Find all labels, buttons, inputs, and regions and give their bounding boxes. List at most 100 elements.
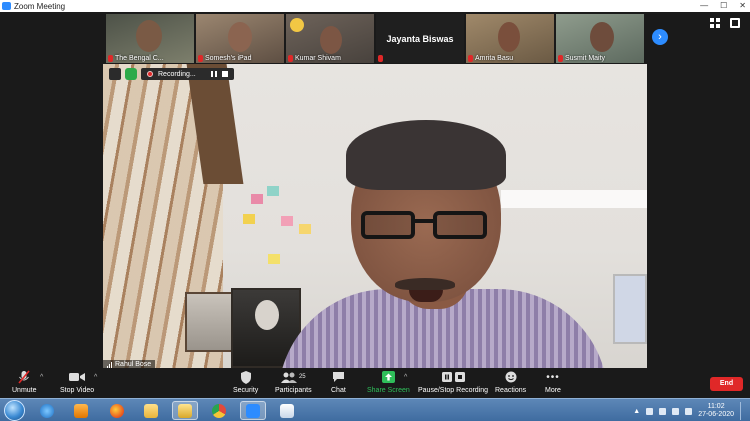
thumbnail-strip: The Bengal C... Somesh's iPad Kumar Shiv… (106, 14, 644, 63)
participant-face (320, 26, 342, 54)
security-button[interactable]: Security (233, 370, 258, 394)
info-icon[interactable] (109, 68, 121, 80)
participants-icon: 25 (280, 370, 306, 384)
smiley-icon (505, 370, 517, 384)
show-desktop-button[interactable] (740, 402, 746, 420)
share-screen-icon (381, 370, 395, 384)
stop-recording-icon[interactable] (221, 71, 228, 77)
chrome-icon (212, 403, 226, 418)
participant-thumbnail[interactable]: Amrita Basu (466, 14, 554, 63)
gallery-view-icon[interactable] (710, 18, 720, 28)
mic-off-icon (198, 55, 203, 62)
participants-button[interactable]: 25 Participants (275, 370, 312, 394)
mic-off-icon (288, 55, 293, 62)
zoom-app-icon (2, 2, 11, 10)
wall-photo (185, 292, 233, 352)
more-button[interactable]: ••• More (545, 370, 561, 395)
participant-label (378, 55, 383, 62)
mic-off-icon (558, 55, 563, 62)
view-controls (710, 18, 740, 28)
participant-label: Susmit Maity (558, 55, 605, 62)
minimize-button[interactable]: — (700, 0, 708, 12)
more-dots-icon: ••• (546, 371, 560, 383)
signal-bars-icon[interactable] (685, 407, 693, 415)
taskbar-paint[interactable] (274, 401, 300, 420)
participant-name: The Bengal C... (115, 55, 164, 62)
start-button[interactable] (4, 400, 25, 421)
taskbar-media-player[interactable] (68, 401, 94, 420)
mic-off-icon (378, 55, 383, 62)
media-player-icon (74, 403, 88, 418)
taskbar-photo-viewer[interactable] (172, 401, 198, 420)
reactions-button[interactable]: Reactions (495, 370, 526, 394)
shield-icon (240, 370, 252, 384)
pause-stop-recording-button[interactable]: Pause/Stop Recording (418, 370, 488, 394)
participant-face (590, 22, 614, 52)
fullscreen-icon[interactable] (730, 18, 740, 28)
participant-thumbnail[interactable]: Somesh's iPad (196, 14, 284, 63)
meeting-area: The Bengal C... Somesh's iPad Kumar Shiv… (0, 12, 750, 369)
wall-poster (613, 274, 647, 344)
participant-thumbnail[interactable]: Jayanta Biswas (376, 14, 464, 63)
participant-name: Amrita Basu (475, 55, 514, 62)
speaker-glasses (361, 211, 487, 241)
volume-icon[interactable] (672, 407, 680, 415)
pause-recording-icon[interactable] (210, 71, 217, 77)
close-button[interactable]: ✕ (739, 0, 746, 12)
speaker-mustache (395, 278, 455, 290)
participant-thumbnail[interactable]: Susmit Maity (556, 14, 644, 63)
sticky-note (281, 216, 293, 226)
clock-date: 27-06-2020 (698, 411, 734, 418)
recording-bar: Recording... (109, 68, 234, 80)
taskbar-chrome[interactable] (206, 401, 232, 420)
stop-video-button[interactable]: Stop Video (60, 370, 94, 394)
video-camera-icon (69, 370, 86, 384)
sticky-note (299, 224, 311, 234)
participant-label: Kumar Shivam (288, 55, 341, 62)
window-controls: — ☐ ✕ (700, 0, 746, 12)
tray-expand-icon[interactable]: ▲ (633, 408, 640, 415)
tube-light (501, 190, 647, 208)
maximize-button[interactable]: ☐ (720, 0, 727, 12)
participant-label: Somesh's iPad (198, 55, 251, 62)
reactions-label: Reactions (495, 387, 527, 394)
recording-dot-icon (147, 71, 153, 77)
sticky-note (268, 254, 280, 264)
taskbar-zoom[interactable] (240, 401, 266, 420)
audio-options-caret-icon[interactable]: ^ (40, 374, 43, 381)
taskbar-file-explorer[interactable] (138, 401, 164, 420)
windows-taskbar: ▲ 11:02 27-06-2020 (0, 398, 750, 421)
sticky-note (243, 214, 255, 224)
mic-off-icon (468, 55, 473, 62)
chat-label: Chat (331, 387, 346, 394)
participant-thumbnail[interactable]: Kumar Shivam (286, 14, 374, 63)
share-screen-label: Share Screen (367, 387, 410, 394)
chevron-right-icon[interactable]: › (652, 29, 668, 45)
taskbar-internet-explorer[interactable] (34, 401, 60, 420)
encryption-shield-icon[interactable] (125, 68, 137, 80)
taskbar-firefox[interactable] (104, 401, 130, 420)
recording-indicator: Recording... (141, 68, 234, 80)
participant-face (136, 20, 162, 52)
participant-face (498, 22, 520, 52)
window-title: Zoom Meeting (14, 1, 66, 11)
firefox-icon (110, 403, 124, 418)
share-options-caret-icon[interactable]: ^ (404, 374, 407, 381)
internet-explorer-icon (40, 403, 54, 418)
more-label: More (545, 387, 561, 394)
participant-big-name: Jayanta Biswas (386, 33, 454, 44)
chat-bubble-icon (332, 370, 345, 384)
unmute-button[interactable]: Unmute (12, 370, 37, 394)
chat-button[interactable]: Chat (331, 370, 346, 394)
clock[interactable]: 11:02 27-06-2020 (698, 403, 734, 419)
stop-video-label: Stop Video (60, 387, 95, 394)
participant-thumbnail[interactable]: The Bengal C... (106, 14, 194, 63)
video-options-caret-icon[interactable]: ^ (94, 374, 97, 381)
signal-icon (107, 361, 112, 368)
network-icon[interactable] (659, 407, 667, 415)
participant-name: Somesh's iPad (205, 55, 252, 62)
flag-icon[interactable] (646, 407, 654, 415)
pause-stop-recording-label: Pause/Stop Recording (418, 387, 489, 394)
participants-count: 25 (298, 374, 306, 380)
end-meeting-button[interactable]: End (710, 377, 743, 391)
